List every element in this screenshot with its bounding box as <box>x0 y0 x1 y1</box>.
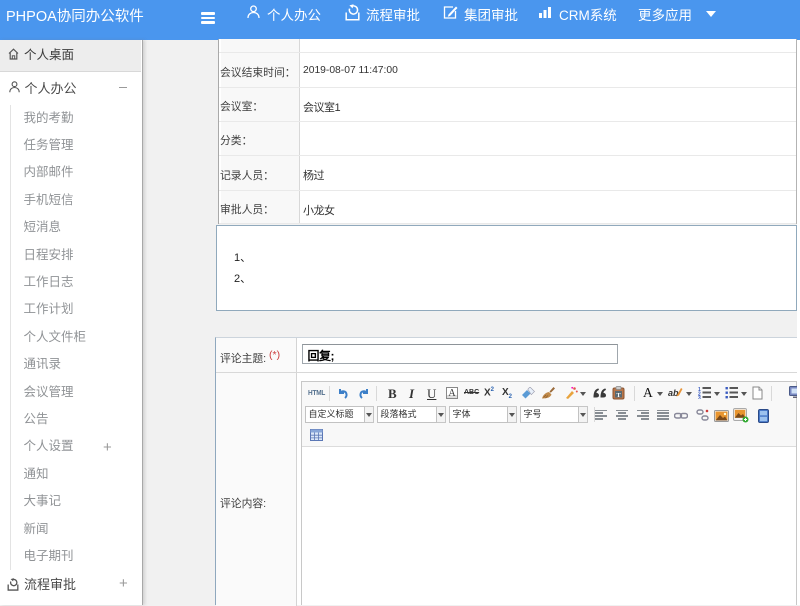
svg-text:ab: ab <box>668 388 679 398</box>
svg-text:T: T <box>616 392 621 399</box>
svg-text:3: 3 <box>698 396 701 400</box>
